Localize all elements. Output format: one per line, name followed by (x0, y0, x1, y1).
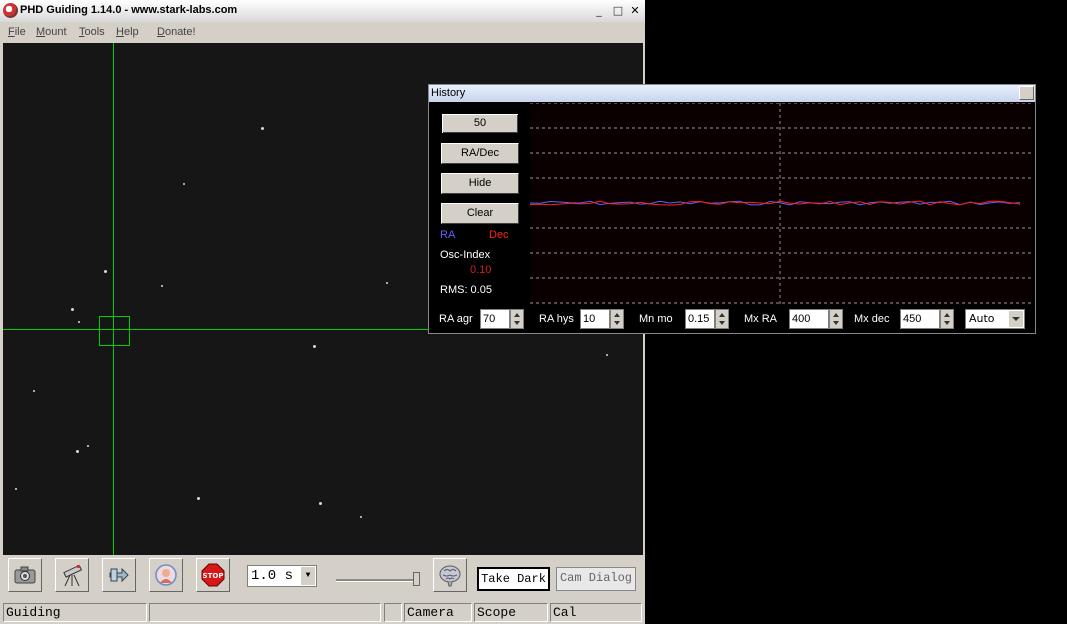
status-camera: Camera (404, 603, 472, 622)
window-title: PHD Guiding 1.14.0 - www.stark-labs.com (20, 4, 238, 16)
gamma-slider-track[interactable] (336, 579, 420, 582)
mx-dec-input[interactable]: 450 (900, 309, 940, 329)
menu-donate[interactable]: Donate! (157, 26, 196, 38)
exposure-value: 1.0 s (251, 568, 294, 584)
close-button[interactable]: ✕ (627, 4, 643, 18)
star (261, 127, 264, 130)
menu-bar: File Mount Tools Help Donate! (0, 22, 645, 42)
crosshair-vertical (113, 43, 114, 555)
status-mode: Guiding (3, 603, 147, 622)
star (197, 497, 200, 500)
menu-mount[interactable]: Mount (36, 26, 67, 38)
title-bar[interactable]: PHD Guiding 1.14.0 - www.stark-labs.com … (0, 0, 645, 23)
history-controls: 50 RA/Dec Hide Clear RA Dec Osc-Index 0.… (431, 103, 529, 303)
history-hide-button[interactable]: Hide (441, 173, 519, 194)
star (15, 488, 17, 490)
mx-ra-stepper[interactable] (829, 309, 843, 329)
mx-ra-label: Mx RA (744, 313, 777, 325)
mx-ra-input[interactable]: 400 (789, 309, 829, 329)
menu-help[interactable]: Help (116, 26, 139, 38)
menu-file[interactable]: File (8, 26, 26, 38)
cam-dialog-button[interactable]: Cam Dialog (556, 567, 636, 591)
phd-guide-button[interactable] (149, 558, 183, 592)
brain-button[interactable] (433, 558, 467, 592)
history-title: History (431, 87, 466, 99)
guide-params-bar: RA agr 70 RA hys 10 Mn mo 0.15 Mx RA 400… (429, 306, 1035, 333)
maximize-button[interactable]: □ (610, 4, 626, 18)
loop-exposure-button[interactable] (8, 558, 42, 592)
star (606, 354, 608, 356)
stop-button[interactable]: STOP (196, 558, 230, 592)
history-title-bar[interactable]: History (429, 85, 1035, 102)
star (183, 183, 185, 185)
star (78, 321, 80, 323)
status-scope: Scope (474, 603, 548, 622)
status-message (149, 603, 381, 622)
loop-icon (109, 567, 129, 583)
ra-hys-label: RA hys (539, 313, 574, 325)
star (76, 450, 79, 453)
ra-hys-input[interactable]: 10 (580, 309, 610, 329)
history-window: History 50 RA/Dec Hide Clear RA Dec Osc-… (428, 84, 1036, 334)
history-length-button[interactable]: 50 (441, 113, 519, 134)
gamma-slider-thumb[interactable] (413, 572, 420, 586)
svg-text:STOP: STOP (203, 572, 224, 580)
star (33, 390, 35, 392)
rms-value: RMS: 0.05 (440, 284, 492, 296)
star (104, 270, 107, 273)
scale-value: Auto (969, 312, 995, 325)
camera-icon (14, 566, 36, 584)
star (87, 445, 89, 447)
ra-agr-label: RA agr (439, 313, 473, 325)
telescope-icon (63, 564, 83, 587)
mx-dec-label: Mx dec (854, 313, 890, 325)
star (313, 345, 316, 348)
connect-scope-button[interactable] (55, 558, 89, 592)
legend-ra: RA (440, 229, 456, 241)
brain-icon (439, 565, 461, 587)
take-dark-button[interactable]: Take Dark (477, 567, 550, 591)
mn-mo-stepper[interactable] (715, 309, 729, 329)
mn-mo-label: Mn mo (639, 313, 673, 325)
minimize-button[interactable]: _ (591, 4, 607, 18)
stop-icon: STOP (201, 563, 225, 587)
history-clear-button[interactable]: Clear (441, 203, 519, 224)
ra-agr-stepper[interactable] (510, 309, 524, 329)
app-icon[interactable] (3, 3, 18, 18)
ra-hys-stepper[interactable] (610, 309, 624, 329)
history-graph (530, 103, 1033, 305)
status-bar: Guiding Camera Scope Cal (0, 601, 645, 624)
menu-tools[interactable]: Tools (79, 26, 105, 38)
guide-star-box (99, 316, 130, 346)
scale-select[interactable]: Auto (965, 309, 1025, 329)
history-mode-button[interactable]: RA/Dec (441, 143, 519, 164)
chevron-down-icon[interactable]: ▼ (301, 567, 315, 585)
status-indicator (384, 603, 402, 622)
toolbar: STOP 1.0 s ▼ Take Dark Cam Dialog (0, 555, 645, 601)
star (360, 516, 362, 518)
osc-index-value: 0.10 (470, 264, 492, 276)
phd-logo-icon (155, 564, 177, 586)
history-close-button[interactable] (1019, 86, 1034, 100)
star (161, 285, 163, 287)
exposure-select[interactable]: 1.0 s ▼ (247, 565, 317, 587)
mx-dec-stepper[interactable] (940, 309, 954, 329)
loop-button[interactable] (102, 558, 136, 592)
star (71, 308, 74, 311)
legend-dec: Dec (489, 229, 509, 241)
chevron-down-icon[interactable] (1009, 311, 1023, 327)
star (386, 282, 388, 284)
star (319, 502, 322, 505)
ra-agr-input[interactable]: 70 (480, 309, 510, 329)
status-cal: Cal (550, 603, 642, 622)
mn-mo-input[interactable]: 0.15 (685, 309, 715, 329)
osc-index-label: Osc-Index (440, 249, 491, 261)
